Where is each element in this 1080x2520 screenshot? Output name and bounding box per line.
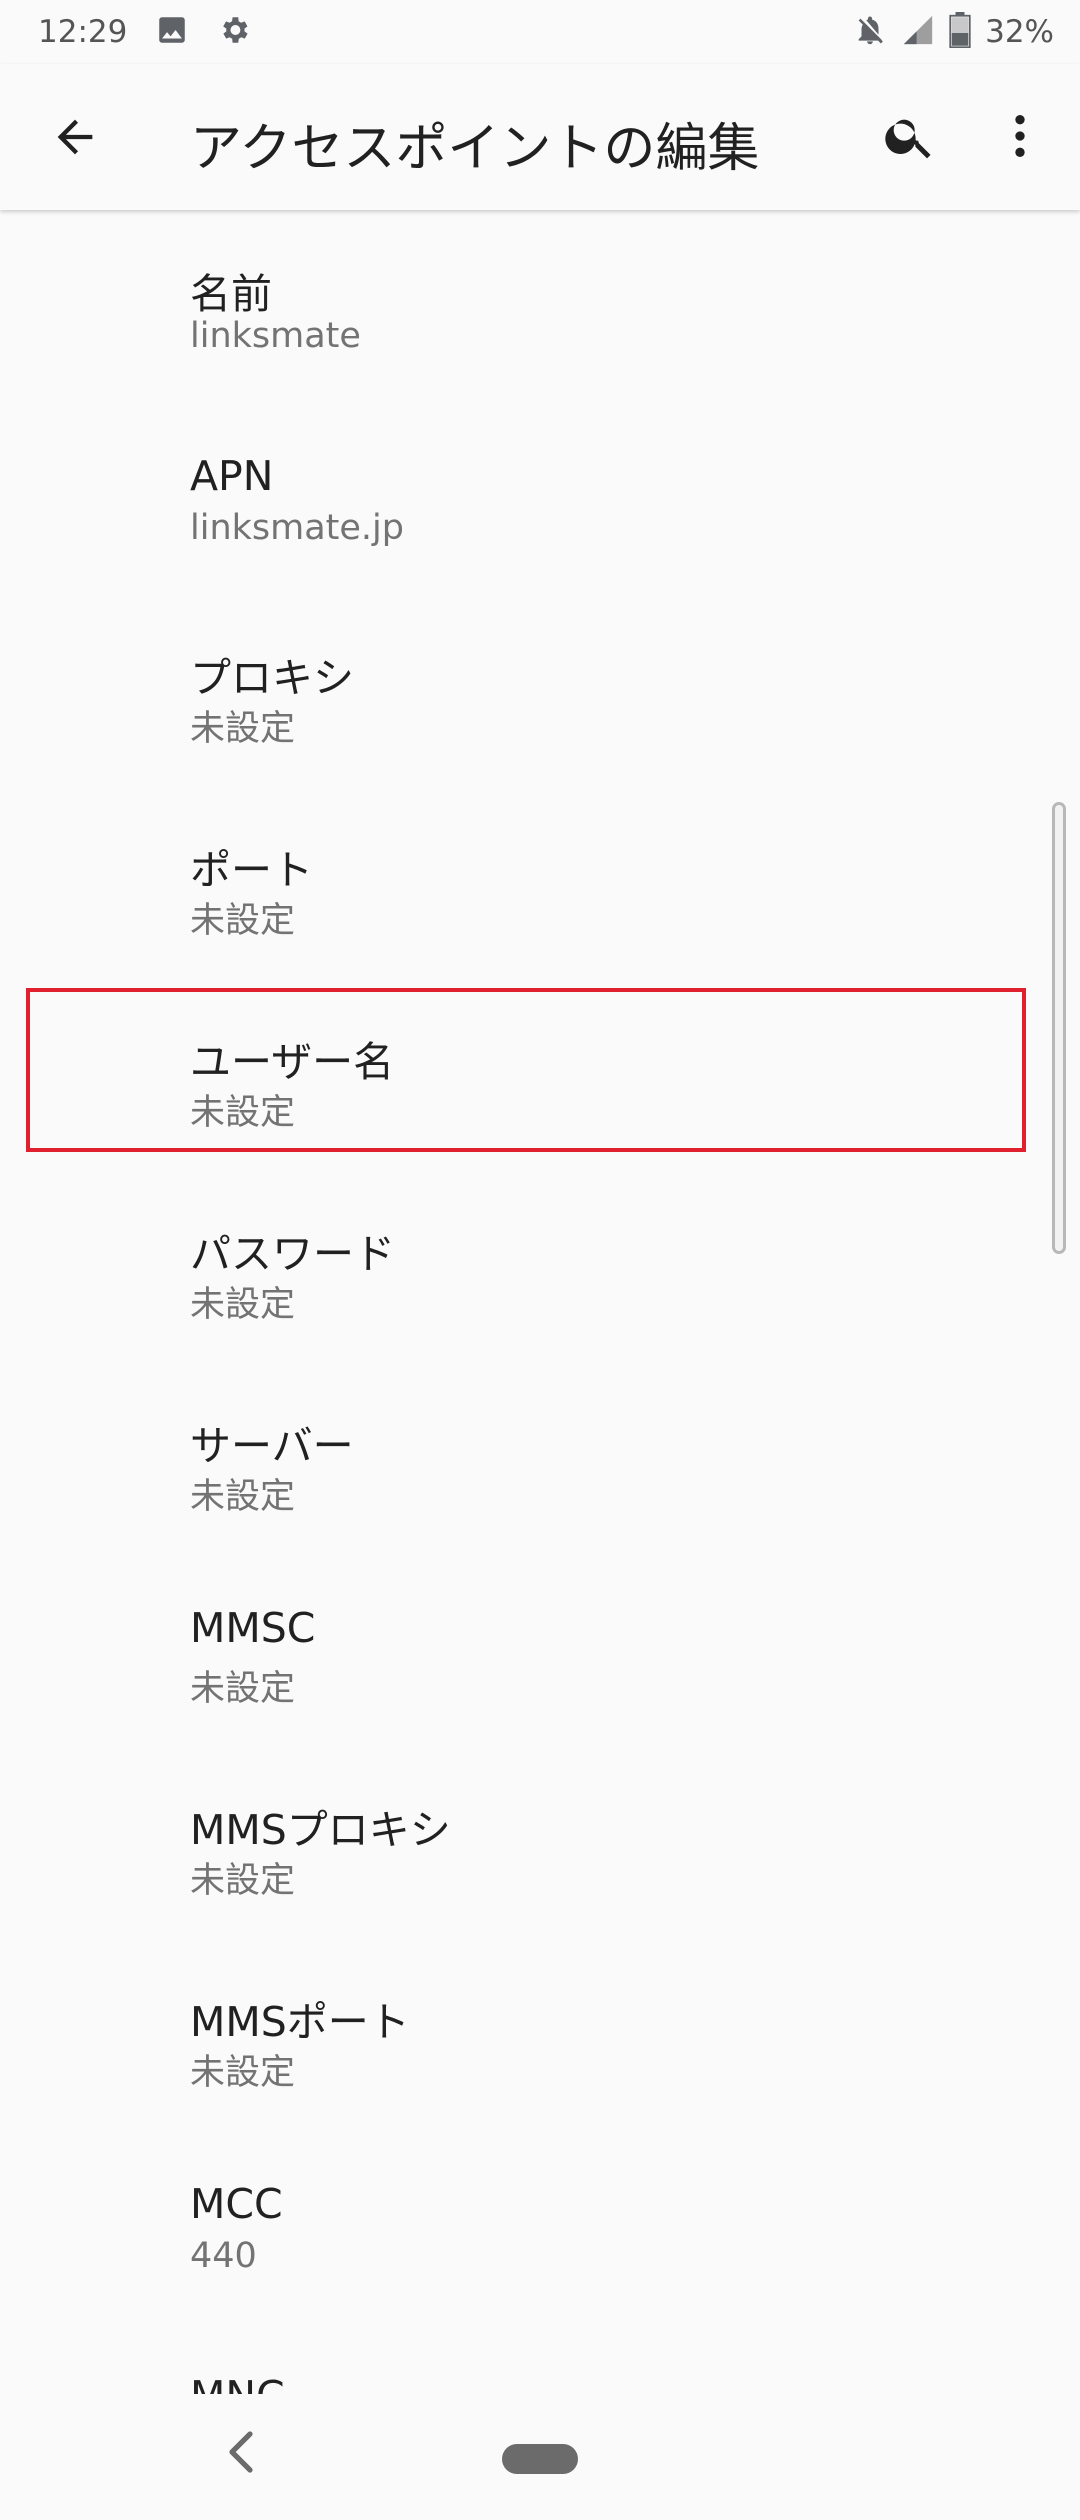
back-arrow-icon (49, 111, 101, 167)
item-title: MCC (190, 2180, 283, 2228)
apn-settings-list: 名前 linksmate APN linksmate.jp プロキシ 未設定 ポ… (0, 210, 1080, 2394)
list-item-mcc[interactable]: MCC 440 (0, 2130, 1080, 2322)
item-value: 未設定 (190, 1669, 296, 1709)
list-item-password[interactable]: パスワード 未設定 (0, 1170, 1080, 1362)
gear-icon (217, 13, 251, 51)
list-item-proxy[interactable]: プロキシ 未設定 (0, 594, 1080, 786)
item-title: MMSプロキシ (190, 1806, 451, 1854)
list-item-mms-port[interactable]: MMSポート 未設定 (0, 1938, 1080, 2130)
status-bar: 12:29 32% (0, 0, 1080, 64)
item-value: linksmate (190, 316, 361, 356)
item-title: MNC (190, 2372, 285, 2394)
item-value: linksmate.jp (190, 508, 404, 548)
list-item-mmsc[interactable]: MMSC 未設定 (0, 1554, 1080, 1746)
item-title: ユーザー名 (190, 1038, 395, 1086)
status-left: 12:29 (38, 13, 251, 51)
item-title: 名前 (190, 270, 272, 318)
image-icon (155, 13, 189, 51)
home-pill-icon[interactable] (502, 2444, 578, 2474)
list-item-username[interactable]: ユーザー名 未設定 (0, 978, 1080, 1170)
scrollbar[interactable] (1052, 802, 1066, 1254)
item-title: MMSポート (190, 1998, 410, 2046)
page-title: アクセスポイントの編集 (190, 119, 760, 179)
item-title: MMSC (190, 1604, 316, 1652)
item-value: 未設定 (190, 1285, 296, 1325)
status-right: 32% (853, 12, 1054, 52)
item-value: 未設定 (190, 1861, 296, 1901)
nav-back-button[interactable] (210, 2424, 270, 2484)
item-title: プロキシ (190, 654, 354, 702)
list-item-port[interactable]: ポート 未設定 (0, 786, 1080, 978)
item-title: ポート (190, 846, 313, 894)
more-vert-icon (992, 108, 1048, 168)
item-value: 未設定 (190, 901, 296, 941)
battery-icon (949, 12, 971, 52)
list-item-mnc[interactable]: MNC (0, 2322, 1080, 2394)
item-value: 未設定 (190, 709, 296, 749)
list-item-server[interactable]: サーバー 未設定 (0, 1362, 1080, 1554)
list-item-name[interactable]: 名前 linksmate (0, 210, 1080, 402)
notifications-off-icon (853, 13, 887, 51)
status-time: 12:29 (38, 14, 128, 50)
item-value: 未設定 (190, 1093, 296, 1133)
search-icon (882, 108, 938, 168)
item-title: APN (190, 452, 274, 500)
item-value: 未設定 (190, 1477, 296, 1517)
app-bar: アクセスポイントの編集 (0, 64, 1080, 210)
nav-bar (0, 2394, 1080, 2520)
item-title: サーバー (190, 1422, 354, 1470)
more-options-button[interactable] (990, 102, 1050, 174)
list-item-mms-proxy[interactable]: MMSプロキシ 未設定 (0, 1746, 1080, 1938)
item-value: 440 (190, 2236, 257, 2276)
item-value: 未設定 (190, 2053, 296, 2093)
list-item-apn[interactable]: APN linksmate.jp (0, 402, 1080, 594)
signal-icon (901, 13, 935, 51)
search-button[interactable] (874, 102, 946, 174)
battery-percent: 32% (985, 14, 1054, 50)
back-button[interactable] (40, 104, 110, 174)
item-title: パスワード (190, 1230, 395, 1278)
nav-back-icon (220, 2428, 260, 2480)
